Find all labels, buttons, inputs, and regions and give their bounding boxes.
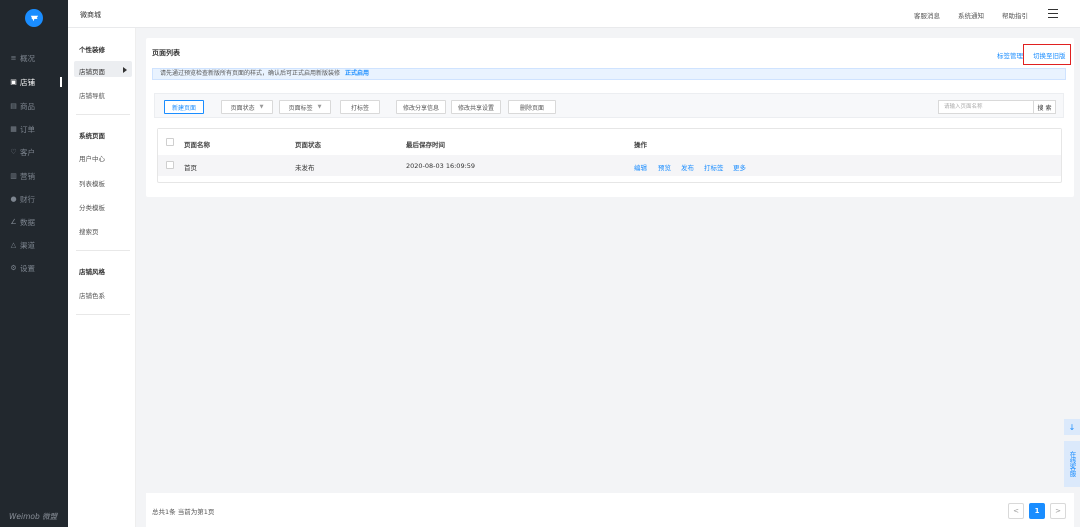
row-checkbox[interactable] (166, 161, 174, 169)
sidebar-item-marketing[interactable]: ▥ 营销 (0, 169, 68, 183)
customer-icon: ♡ (10, 148, 17, 156)
col-last-saved: 最后保存时间 (406, 141, 445, 149)
next-page-button[interactable]: > (1050, 503, 1066, 519)
divider (76, 114, 130, 115)
subnav-group-custom-decor: 个性装修 (79, 46, 105, 54)
pagination-bar: 总共1条 当前为第1页 < 1 > (146, 493, 1074, 527)
subnav-item-store-pages[interactable]: 店铺页面 (79, 66, 105, 76)
subnav-item-category-template[interactable]: 分类模板 (79, 202, 105, 212)
store-icon: ▣ (10, 78, 17, 86)
download-icon[interactable]: ↓ (1064, 419, 1080, 435)
sidebar-item-channels[interactable]: △ 渠道 (0, 238, 68, 252)
page-table: 页面名称 页面状态 最后保存时间 操作 首页 未发布 2020-08-03 16… (157, 128, 1062, 183)
table-row: 首页 未发布 2020-08-03 16:09:59 编辑 预览 发布 打标签 … (158, 155, 1061, 176)
col-page-status: 页面状态 (295, 141, 321, 149)
tag-button[interactable]: 打标签 (340, 100, 380, 114)
help-guide-link[interactable]: 帮助指引 (1002, 10, 1028, 20)
top-bar: 微商城 客服消息 系统通知 帮助指引 (68, 0, 1080, 28)
prev-page-button[interactable]: < (1008, 503, 1024, 519)
col-page-name: 页面名称 (184, 141, 210, 149)
main-sidebar: ≡ 概况 ▣ 店铺 ▤ 商品 ▦ 订单 ♡ 客户 ▥ 营销 ● 财行 ∠ 数据 △ 渠道 ⚙ 设置 … (0, 0, 68, 527)
list-icon: ≡ (10, 54, 17, 62)
system-notice-link[interactable]: 系统通知 (958, 10, 984, 20)
page-1-button[interactable]: 1 (1029, 503, 1045, 519)
subnav-item-user-center[interactable]: 用户中心 (79, 153, 105, 163)
secondary-nav: 个性装修 店铺页面 店铺导航 系统页面 用户中心 列表模板 分类模板 搜索页 店… (68, 28, 136, 527)
col-operations: 操作 (634, 141, 647, 149)
enable-link[interactable]: 正式启用 (345, 70, 369, 77)
subnav-item-store-colors[interactable]: 店铺色系 (79, 290, 105, 300)
page-status-select[interactable]: 页面状态 ▼ (221, 100, 273, 114)
settings-icon: ⚙ (10, 264, 17, 272)
chevron-down-icon: ▼ (259, 104, 264, 110)
select-all-checkbox[interactable] (166, 138, 174, 146)
sidebar-item-orders[interactable]: ▦ 订单 (0, 122, 68, 136)
row-page-name: 首页 (184, 164, 197, 172)
new-page-button[interactable]: 新建页面 (164, 100, 204, 114)
data-icon: ∠ (10, 218, 17, 226)
tag-manage-link[interactable]: 标签管理 (997, 50, 1023, 60)
goods-icon: ▤ (10, 102, 17, 110)
sidebar-item-settings[interactable]: ⚙ 设置 (0, 261, 68, 275)
sidebar-item-data[interactable]: ∠ 数据 (0, 215, 68, 229)
app-title: 微商城 (80, 11, 101, 19)
preview-link[interactable]: 预览 (658, 162, 671, 172)
publish-link[interactable]: 发布 (681, 162, 694, 172)
sidebar-item-goods[interactable]: ▤ 商品 (0, 99, 68, 113)
edit-link[interactable]: 编辑 (634, 162, 647, 172)
caret-right-icon (123, 67, 127, 73)
delete-page-button[interactable]: 删除页面 (508, 100, 556, 114)
sidebar-item-customers[interactable]: ♡ 客户 (0, 145, 68, 159)
page-list-card: 页面列表 标签管理 切换至旧版 请先通过预览检查新版所有页面的样式，确认后可正式… (146, 38, 1074, 197)
sidebar-item-overview[interactable]: ≡ 概况 (0, 51, 68, 65)
edit-share-settings-button[interactable]: 修改共享设置 (451, 100, 501, 114)
search-button[interactable]: 搜 索 (1034, 100, 1056, 114)
page-tag-select[interactable]: 页面标签 ▼ (279, 100, 331, 114)
customer-messages-link[interactable]: 客服消息 (914, 10, 940, 20)
row-page-status: 未发布 (295, 164, 315, 172)
divider (76, 250, 130, 251)
brand-logo: Weimob 微盟 (9, 512, 58, 521)
edit-share-info-button[interactable]: 修改分享信息 (396, 100, 446, 114)
finance-icon: ● (10, 195, 17, 203)
subnav-group-store-style: 店铺风格 (79, 268, 105, 276)
notice-text: 请先通过预览检查新版所有页面的样式，确认后可正式启用新版装修 (160, 70, 341, 77)
pagination-summary: 总共1条 当前为第1页 (152, 508, 215, 516)
row-last-saved: 2020-08-03 16:09:59 (406, 162, 476, 170)
weimob-logo-icon[interactable] (25, 9, 43, 27)
tag-link[interactable]: 打标签 (704, 162, 724, 172)
sidebar-item-finance[interactable]: ● 财行 (0, 192, 68, 206)
menu-icon[interactable] (1048, 9, 1058, 18)
table-header: 页面名称 页面状态 最后保存时间 操作 (158, 129, 1061, 155)
subnav-item-search-page[interactable]: 搜索页 (79, 226, 99, 236)
more-link[interactable]: 更多 (733, 162, 746, 172)
page-tag-label: 页面标签 (288, 104, 313, 112)
marketing-icon: ▥ (10, 172, 17, 180)
channel-icon: △ (10, 241, 17, 249)
highlight-box (1023, 44, 1071, 65)
subnav-group-system-pages: 系统页面 (79, 132, 105, 140)
notice-bar: 请先通过预览检查新版所有页面的样式，确认后可正式启用新版装修 正式启用 (152, 68, 1066, 80)
search-input[interactable]: 请输入页面名称 (938, 100, 1034, 114)
subnav-item-list-template[interactable]: 列表模板 (79, 178, 105, 188)
page-title: 页面列表 (152, 49, 180, 57)
toolbar: 新建页面 页面状态 ▼ 页面标签 ▼ 打标签 修改分享信息 修改共享设置 删除页面 … (154, 93, 1064, 118)
subnav-item-store-nav[interactable]: 店铺导航 (79, 90, 105, 100)
online-service-button[interactable]: 在线客服 (1064, 441, 1080, 487)
chevron-down-icon: ▼ (317, 104, 322, 110)
sidebar-item-store[interactable]: ▣ 店铺 (0, 75, 68, 89)
divider (76, 314, 130, 315)
order-icon: ▦ (10, 125, 17, 133)
online-service-label: 在线客服 (1068, 451, 1076, 477)
page-status-label: 页面状态 (230, 104, 255, 112)
